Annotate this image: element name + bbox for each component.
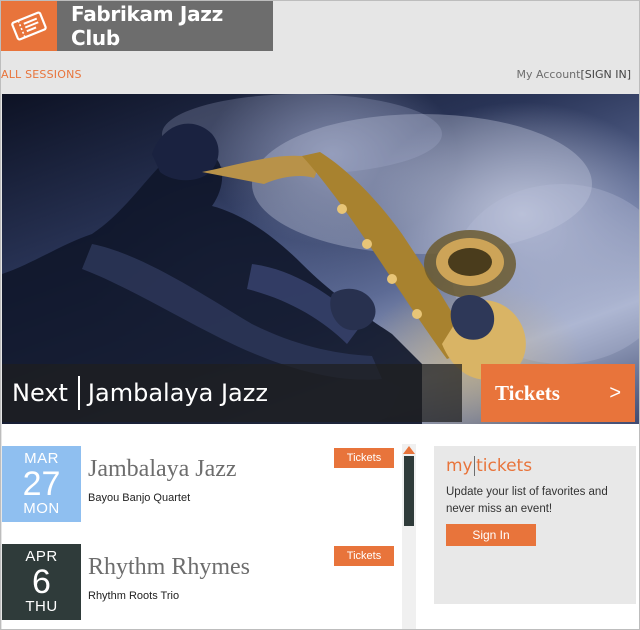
all-sessions-link[interactable]: ALL SESSIONS <box>1 68 82 81</box>
app-frame: Fabrikam Jazz Club ALL SESSIONS My Accou… <box>0 0 640 630</box>
mytickets-title-divider <box>473 456 476 476</box>
hero-tickets-label: Tickets <box>495 380 560 405</box>
my-account-link[interactable]: My Account <box>517 68 581 81</box>
ticket-icon <box>11 11 47 41</box>
scrollbar-thumb[interactable] <box>404 456 414 526</box>
mytickets-title-tickets: tickets <box>476 456 533 476</box>
hero-tickets-button[interactable]: Tickets > <box>481 364 635 422</box>
hero-banner: Next Jambalaya Jazz Tickets > <box>2 94 639 424</box>
lower-section: MAR 27 MON Jambalaya Jazz Bayou Banjo Qu… <box>2 424 639 629</box>
mytickets-description: Update your list of favorites and never … <box>446 486 608 515</box>
list-item[interactable]: APR 6 THU Rhythm Rhymes Rhythm Roots Tri… <box>2 544 398 624</box>
date-day: 27 <box>22 465 61 503</box>
date-tile: APR 6 THU <box>2 544 81 620</box>
logo[interactable] <box>1 1 57 51</box>
event-name[interactable]: Jambalaya Jazz <box>88 456 237 483</box>
event-tickets-button[interactable]: Tickets <box>334 546 394 566</box>
mytickets-title: my tickets <box>446 456 624 476</box>
date-tile: MAR 27 MON <box>2 446 81 522</box>
event-list: MAR 27 MON Jambalaya Jazz Bayou Banjo Qu… <box>2 424 416 629</box>
event-list-scrollbar[interactable] <box>402 444 416 629</box>
mytickets-title-my: my <box>446 456 473 476</box>
mytickets-signin-button[interactable]: Sign In <box>446 524 536 546</box>
sign-in-link[interactable]: [SIGN IN] <box>580 68 631 81</box>
account-nav: My Account [SIGN IN] <box>517 68 631 81</box>
chevron-right-icon: > <box>609 381 621 404</box>
list-item[interactable]: MAR 27 MON Jambalaya Jazz Bayou Banjo Qu… <box>2 446 398 526</box>
date-day: 6 <box>32 563 51 601</box>
event-band: Bayou Banjo Quartet <box>88 492 191 504</box>
mytickets-panel: my tickets Update your list of favorites… <box>434 446 636 604</box>
event-tickets-button[interactable]: Tickets <box>334 448 394 468</box>
date-weekday: THU <box>25 598 58 615</box>
event-name[interactable]: Rhythm Rhymes <box>88 554 250 581</box>
next-label: Next <box>12 379 68 407</box>
next-event-bar: Next Jambalaya Jazz <box>2 364 462 422</box>
site-title: Fabrikam Jazz Club <box>71 2 223 50</box>
next-event-title: Jambalaya Jazz <box>87 379 268 407</box>
next-divider <box>77 376 80 410</box>
site-title-bar: Fabrikam Jazz Club <box>57 1 273 51</box>
date-weekday: MON <box>23 500 60 517</box>
event-band: Rhythm Roots Trio <box>88 590 180 602</box>
scroll-up-arrow-icon[interactable] <box>403 446 415 454</box>
